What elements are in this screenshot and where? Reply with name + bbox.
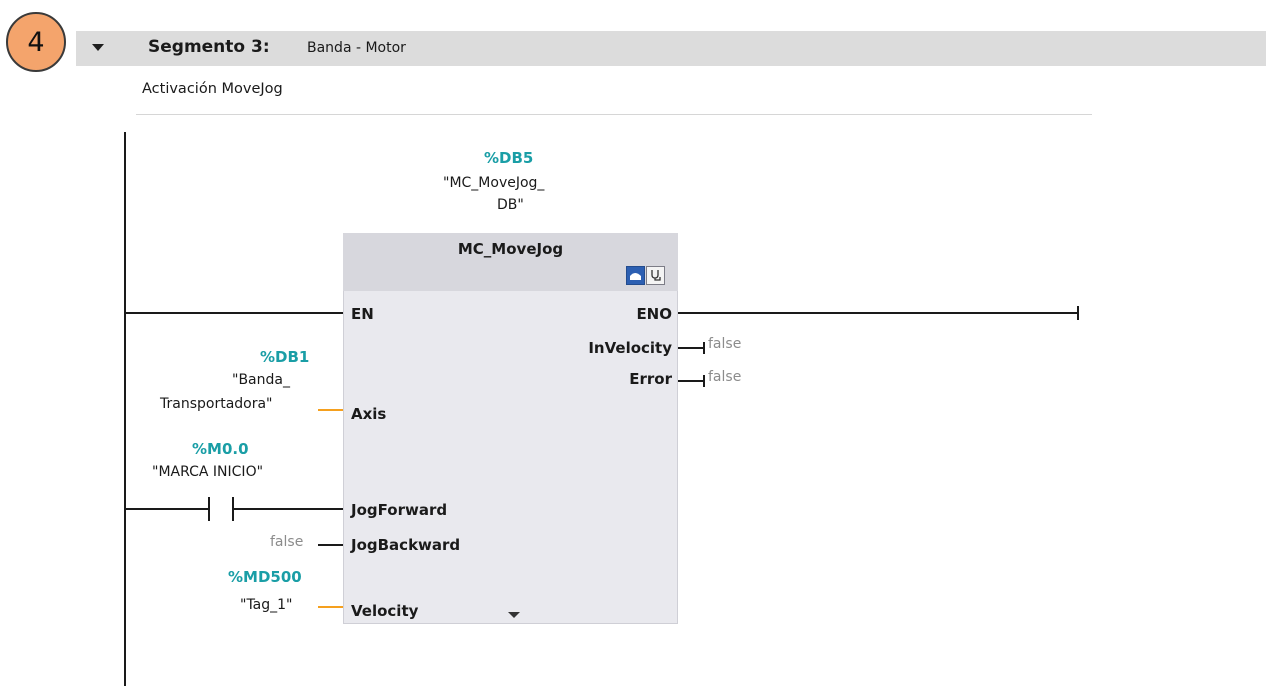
eno-wire [678, 312, 1078, 314]
contact-address[interactable]: %M0.0 [192, 440, 249, 458]
axis-name-line1[interactable]: "Banda_ [232, 372, 290, 388]
chevron-down-icon[interactable] [92, 44, 104, 51]
pin-en: EN [351, 305, 374, 323]
pin-axis: Axis [351, 405, 387, 423]
contact-right-wire [234, 508, 343, 510]
in-velocity-wire [678, 347, 704, 349]
block-instance-icon[interactable] [626, 266, 645, 285]
step-badge: 4 [6, 12, 66, 72]
contact-left-plate[interactable] [208, 497, 210, 521]
instance-db-address[interactable]: %DB5 [484, 149, 533, 167]
pin-jog-forward: JogForward [351, 501, 448, 519]
jog-backward-wire [318, 544, 343, 546]
segment-comment[interactable]: Activación MoveJog [136, 75, 1092, 115]
pin-jog-backward: JogBackward [351, 536, 461, 554]
pin-error: Error [629, 370, 672, 388]
pin-eno: ENO [636, 305, 672, 323]
in-velocity-wire-end [703, 342, 705, 354]
pin-velocity: Velocity [351, 602, 419, 620]
diagnostics-icon[interactable] [646, 266, 665, 285]
function-block-title: MC_MoveJog [457, 240, 564, 258]
segment-title: Segmento 3: [148, 37, 270, 57]
error-value: false [708, 369, 742, 385]
expand-caret-icon[interactable] [508, 612, 520, 618]
velocity-name[interactable]: "Tag_1" [240, 597, 293, 613]
in-velocity-value: false [708, 336, 742, 352]
segment-name[interactable]: Banda - Motor [307, 40, 406, 56]
velocity-wire [318, 606, 343, 608]
axis-name-line2[interactable]: Transportadora" [160, 396, 273, 412]
error-wire [678, 380, 704, 382]
instance-db-name-line2[interactable]: DB" [497, 197, 524, 213]
pin-in-velocity: InVelocity [588, 339, 672, 357]
axis-wire [318, 409, 343, 411]
contact-name[interactable]: "MARCA INICIO" [152, 464, 263, 480]
error-wire-end [703, 375, 705, 387]
velocity-address[interactable]: %MD500 [228, 568, 302, 586]
jog-backward-value[interactable]: false [270, 534, 303, 550]
function-block-body[interactable] [343, 233, 678, 624]
axis-address[interactable]: %DB1 [260, 348, 309, 366]
instance-db-name-line1[interactable]: "MC_MoveJog_ [443, 175, 544, 191]
contact-left-wire [125, 508, 208, 510]
power-rail [124, 132, 126, 686]
eno-wire-end [1077, 306, 1079, 320]
en-wire [125, 312, 343, 314]
